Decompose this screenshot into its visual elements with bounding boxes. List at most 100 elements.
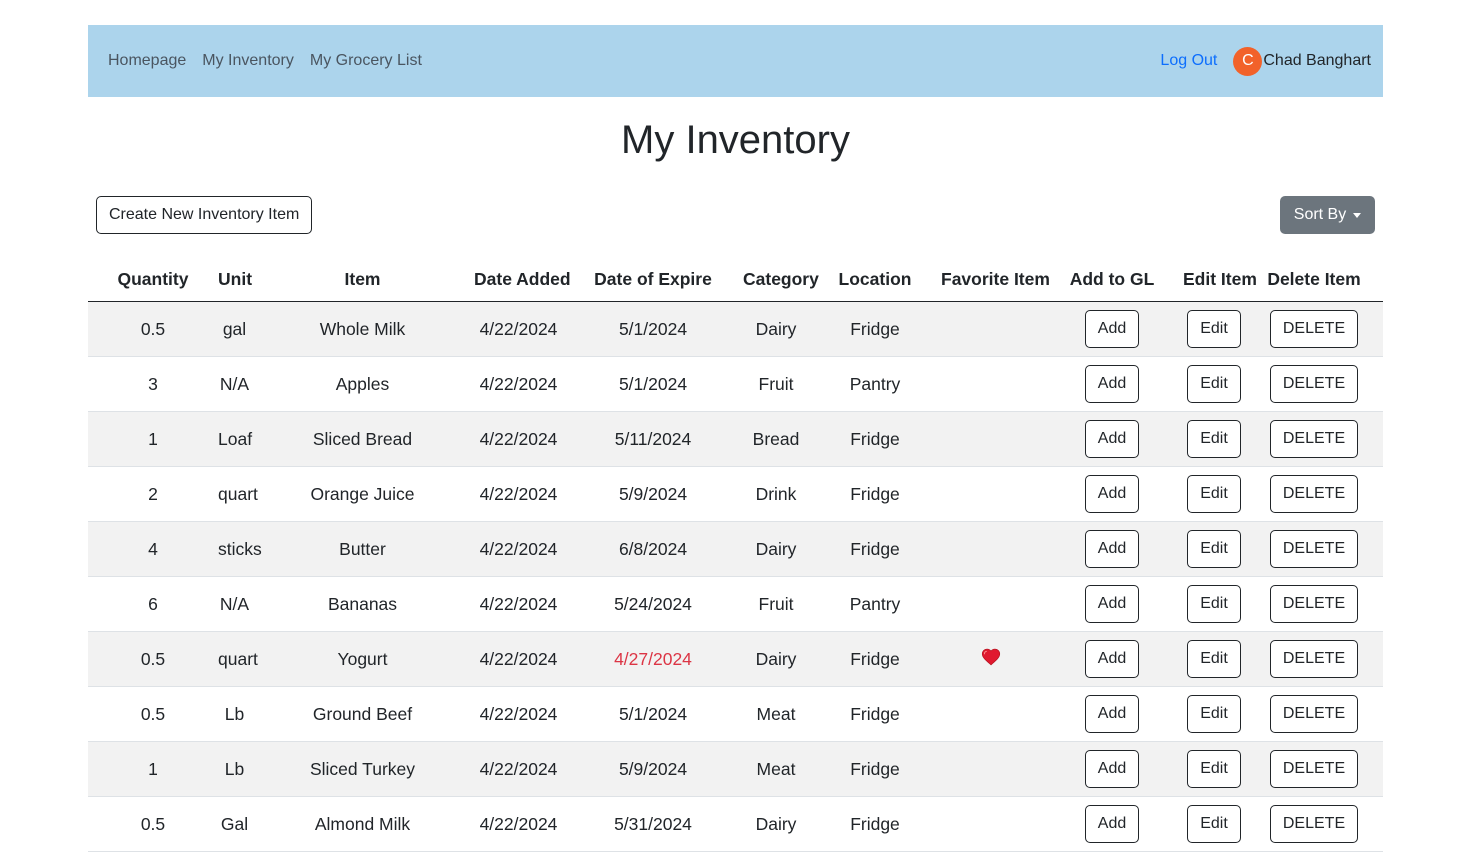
header-favorite-item[interactable]: Favorite Item: [941, 257, 1050, 302]
edit-item-button[interactable]: Edit: [1187, 475, 1241, 513]
cell-category: Drink: [743, 466, 809, 522]
edit-item-button[interactable]: Edit: [1187, 365, 1241, 403]
delete-item-button[interactable]: DELETE: [1269, 530, 1359, 568]
cell-favorite: [941, 631, 1041, 687]
cell-favorite: [941, 796, 1041, 852]
edit-item-button[interactable]: Edit: [1187, 695, 1241, 733]
user-name[interactable]: Chad Banghart: [1263, 52, 1371, 70]
table-row: 2 quart Orange Juice 4/22/2024 5/9/2024 Drink…: [88, 466, 1383, 522]
header-date-of-expire[interactable]: Date of Expire: [563, 257, 743, 302]
cell-add-to-gl: Add: [1041, 796, 1183, 852]
add-to-gl-button[interactable]: Add: [1084, 420, 1140, 458]
cell-favorite: [941, 576, 1041, 632]
cell-favorite: [941, 466, 1041, 522]
header-item[interactable]: Item: [251, 257, 474, 302]
table-row: 6 N/A Bananas 4/22/2024 5/24/2024 Fruit Pantry…: [88, 576, 1383, 632]
add-to-gl-button[interactable]: Add: [1084, 365, 1140, 403]
toolbar: Create New Inventory Item Sort By: [88, 195, 1383, 235]
header-unit[interactable]: Unit: [218, 257, 252, 302]
nav-link-my-inventory[interactable]: My Inventory: [202, 52, 294, 70]
cell-quantity: 1: [88, 411, 218, 467]
add-to-gl-button[interactable]: Add: [1084, 310, 1140, 348]
create-new-inventory-item-button[interactable]: Create New Inventory Item: [96, 196, 313, 234]
add-to-gl-button[interactable]: Add: [1084, 640, 1140, 678]
cell-edit: Edit: [1183, 466, 1245, 522]
delete-item-button[interactable]: DELETE: [1269, 750, 1359, 788]
cell-unit: Lb: [218, 741, 251, 797]
edit-item-button[interactable]: Edit: [1187, 640, 1241, 678]
logout-link[interactable]: Log Out: [1160, 52, 1217, 70]
edit-item-button[interactable]: Edit: [1187, 750, 1241, 788]
delete-item-button[interactable]: DELETE: [1269, 640, 1359, 678]
add-to-gl-button[interactable]: Add: [1084, 530, 1140, 568]
header-quantity[interactable]: Quantity: [88, 257, 218, 302]
cell-favorite: [941, 741, 1041, 797]
user-area: Log Out C Chad Banghart: [1160, 46, 1371, 76]
cell-item: Yogurt: [251, 631, 474, 687]
inventory-table: Quantity Unit Item Date Added Date of Ex…: [88, 257, 1383, 852]
cell-date-added: 4/22/2024: [474, 631, 563, 687]
add-to-gl-button[interactable]: Add: [1084, 695, 1140, 733]
cell-edit: Edit: [1183, 301, 1245, 357]
cell-add-to-gl: Add: [1041, 301, 1183, 357]
add-to-gl-button[interactable]: Add: [1084, 475, 1140, 513]
header-add-to-gl[interactable]: Add to GL: [1041, 257, 1183, 302]
cell-delete: DELETE: [1245, 796, 1383, 852]
header-category[interactable]: Category: [743, 257, 819, 302]
delete-item-button[interactable]: DELETE: [1269, 695, 1359, 733]
cell-delete: DELETE: [1245, 301, 1383, 357]
cell-location: Pantry: [809, 356, 941, 412]
delete-item-button[interactable]: DELETE: [1269, 475, 1359, 513]
delete-item-button[interactable]: DELETE: [1269, 365, 1359, 403]
header-location[interactable]: Location: [809, 257, 941, 302]
cell-date-added: 4/22/2024: [474, 466, 563, 522]
heart-icon: [981, 647, 1001, 667]
nav-link-homepage[interactable]: Homepage: [108, 52, 186, 70]
delete-item-button[interactable]: DELETE: [1269, 585, 1359, 623]
cell-location: Fridge: [809, 741, 941, 797]
cell-quantity: 1: [88, 741, 218, 797]
header-edit-item[interactable]: Edit Item: [1183, 257, 1257, 302]
avatar[interactable]: C: [1233, 46, 1263, 76]
edit-item-button[interactable]: Edit: [1187, 420, 1241, 458]
cell-item: Sliced Turkey: [251, 741, 474, 797]
cell-category: Meat: [743, 741, 809, 797]
cell-date-of-expire: 4/27/2024: [563, 631, 743, 687]
edit-item-button[interactable]: Edit: [1187, 530, 1241, 568]
cell-date-added: 4/22/2024: [474, 741, 563, 797]
add-to-gl-button[interactable]: Add: [1084, 585, 1140, 623]
cell-add-to-gl: Add: [1041, 466, 1183, 522]
nav-link-my-grocery-list[interactable]: My Grocery List: [310, 52, 422, 70]
header-date-added[interactable]: Date Added: [474, 257, 571, 302]
table-row: 0.5 gal Whole Milk 4/22/2024 5/1/2024 Dairy Fr…: [88, 301, 1383, 357]
edit-item-button[interactable]: Edit: [1187, 310, 1241, 348]
add-to-gl-button[interactable]: Add: [1084, 750, 1140, 788]
cell-item: Butter: [251, 521, 474, 577]
cell-location: Fridge: [809, 411, 941, 467]
add-to-gl-button[interactable]: Add: [1084, 805, 1140, 843]
cell-date-of-expire: 5/9/2024: [563, 741, 743, 797]
cell-item: Apples: [251, 356, 474, 412]
sort-by-dropdown-button[interactable]: Sort By: [1280, 196, 1375, 234]
cell-category: Dairy: [743, 796, 809, 852]
delete-item-button[interactable]: DELETE: [1269, 420, 1359, 458]
header-delete-item[interactable]: Delete Item: [1245, 257, 1383, 302]
cell-date-added: 4/22/2024: [474, 576, 563, 632]
cell-item: Whole Milk: [251, 301, 474, 357]
cell-location: Pantry: [809, 576, 941, 632]
cell-location: Fridge: [809, 466, 941, 522]
cell-favorite: [941, 521, 1041, 577]
cell-item: Sliced Bread: [251, 411, 474, 467]
delete-item-button[interactable]: DELETE: [1269, 805, 1359, 843]
cell-category: Dairy: [743, 301, 809, 357]
edit-item-button[interactable]: Edit: [1187, 805, 1241, 843]
cell-item: Bananas: [251, 576, 474, 632]
edit-item-button[interactable]: Edit: [1187, 585, 1241, 623]
cell-category: Fruit: [743, 576, 809, 632]
cell-date-of-expire: 6/8/2024: [563, 521, 743, 577]
cell-category: Dairy: [743, 631, 809, 687]
cell-edit: Edit: [1183, 796, 1245, 852]
cell-item: Ground Beef: [251, 686, 474, 742]
cell-add-to-gl: Add: [1041, 741, 1183, 797]
delete-item-button[interactable]: DELETE: [1269, 310, 1359, 348]
